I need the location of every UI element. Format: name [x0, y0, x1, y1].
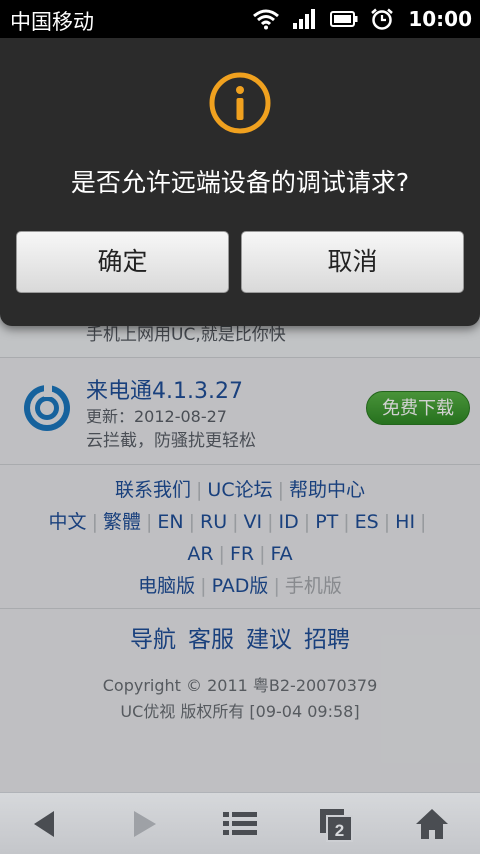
menu-list-icon — [223, 812, 257, 835]
tabs-count: 2 — [335, 821, 344, 840]
tabs-button[interactable]: 2 — [316, 805, 356, 843]
dialog-message: 是否允许远端设备的调试请求? — [70, 168, 410, 197]
wifi-icon — [253, 9, 280, 30]
status-bar: 中国移动 10:00 — [0, 0, 480, 38]
status-clock: 10:00 — [408, 7, 472, 31]
windows-icon: 2 — [320, 809, 353, 842]
cancel-button[interactable]: 取消 — [241, 231, 464, 293]
home-button[interactable] — [412, 805, 452, 843]
home-icon — [416, 809, 448, 839]
alarm-clock-icon — [371, 8, 394, 30]
signal-icon — [293, 9, 316, 29]
forward-button[interactable] — [124, 805, 164, 843]
back-button[interactable] — [26, 805, 66, 843]
remote-debug-dialog: 是否允许远端设备的调试请求? 确定 取消 — [0, 38, 480, 326]
forward-arrow-icon — [134, 811, 156, 837]
battery-icon — [330, 11, 358, 27]
browser-toolbar: 2 — [0, 792, 480, 854]
menu-button[interactable] — [220, 805, 260, 843]
back-arrow-icon — [34, 811, 54, 837]
info-icon — [209, 72, 271, 134]
confirm-button[interactable]: 确定 — [16, 231, 229, 293]
carrier-name: 中国移动 — [10, 10, 94, 34]
